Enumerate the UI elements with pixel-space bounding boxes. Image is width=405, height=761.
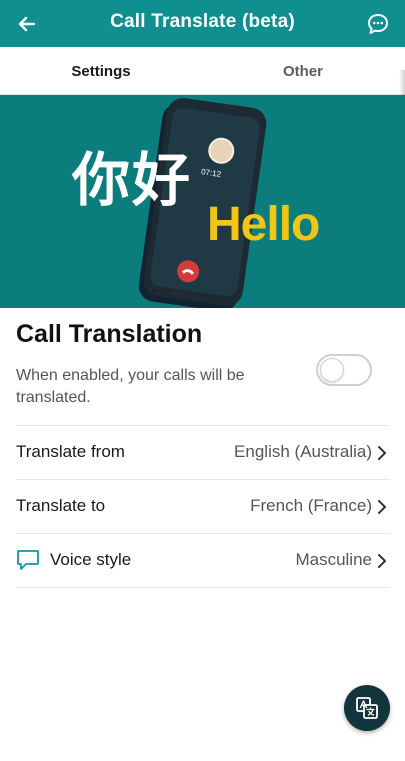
tab-settings-label: Settings bbox=[71, 62, 131, 80]
chevron-right-icon bbox=[378, 446, 386, 460]
greeting-english: Hello bbox=[207, 198, 320, 251]
tab-settings[interactable]: Settings bbox=[0, 47, 202, 95]
speech-bubble-icon bbox=[17, 550, 39, 570]
translate-from-label: Translate from bbox=[16, 442, 125, 461]
section-description: When enabled, your calls will be transla… bbox=[16, 367, 245, 406]
tab-bar: Settings Other bbox=[0, 47, 405, 95]
toggle-knob bbox=[320, 358, 344, 382]
translate-to-value: French (France) bbox=[250, 496, 372, 515]
call-timer: 07:12 bbox=[200, 167, 222, 179]
translate-from-row[interactable]: Translate from English (Australia) bbox=[16, 425, 390, 479]
translate-fab[interactable] bbox=[344, 685, 390, 731]
voice-style-value: Masculine bbox=[295, 550, 372, 569]
translate-icon bbox=[356, 697, 378, 719]
call-translation-toggle[interactable] bbox=[316, 354, 372, 386]
hero-banner: 07:12 你好 Hello bbox=[0, 95, 405, 308]
tab-other[interactable]: Other bbox=[202, 47, 404, 95]
hang-up-icon bbox=[175, 258, 201, 284]
voice-style-label: Voice style bbox=[50, 550, 132, 569]
page-title: Call Translate (beta) bbox=[110, 11, 295, 32]
chevron-right-icon bbox=[378, 554, 386, 568]
translate-from-value: English (Australia) bbox=[234, 442, 372, 461]
chat-bubble-dots-icon bbox=[368, 14, 388, 34]
section-title: Call Translation bbox=[16, 320, 203, 348]
chevron-right-icon bbox=[378, 500, 386, 514]
feedback-button[interactable] bbox=[363, 9, 393, 39]
translate-to-row[interactable]: Translate to French (France) bbox=[16, 479, 390, 533]
app-bar: Call Translate (beta) bbox=[0, 0, 405, 47]
translate-to-label: Translate to bbox=[16, 496, 106, 515]
call-translation-section: Call Translation When enabled, your call… bbox=[16, 320, 390, 406]
greeting-chinese: 你好 bbox=[72, 146, 193, 214]
tab-other-label: Other bbox=[282, 62, 323, 80]
voice-style-row[interactable]: Voice style Masculine bbox=[16, 533, 390, 588]
avatar bbox=[206, 136, 236, 166]
